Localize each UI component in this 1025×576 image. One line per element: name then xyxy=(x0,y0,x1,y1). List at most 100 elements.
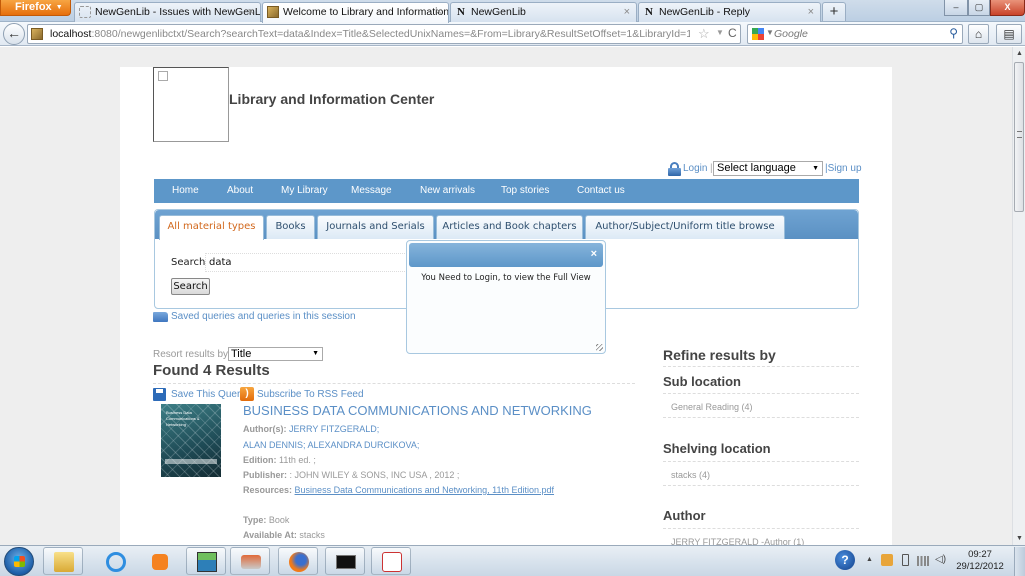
save-query-link[interactable]: Save This Query xyxy=(171,389,245,400)
new-tab-button[interactable]: + xyxy=(822,2,846,21)
taskbar-hp[interactable] xyxy=(186,547,226,575)
search-placeholder[interactable]: Google xyxy=(774,28,808,40)
result-resources: Resources: Business Data Communications … xyxy=(243,485,554,495)
url-text[interactable]: localhost:8080/newgenlibctxt/Search?sear… xyxy=(50,28,690,40)
home-button[interactable]: ⌂ xyxy=(968,24,989,44)
divider xyxy=(663,417,859,418)
result-authors-more: ALAN DENNIS; ALEXANDRA DURCIKOVA; xyxy=(243,440,419,450)
resort-select[interactable]: Title ▼ xyxy=(228,347,323,361)
field-label: Edition: xyxy=(243,455,277,465)
help-icon[interactable]: ? xyxy=(835,550,855,570)
language-select[interactable]: Select language ▼ xyxy=(713,161,823,176)
site-title: Library and Information Center xyxy=(229,91,435,107)
magnifier-icon[interactable]: ⚲ xyxy=(949,26,958,40)
saved-queries-link[interactable]: Saved queries and queries in this sessio… xyxy=(171,311,356,322)
close-tab-icon[interactable]: × xyxy=(248,3,254,21)
show-desktop-button[interactable] xyxy=(1014,547,1025,576)
facet-item[interactable]: JERRY FITZGERALD -Author (1) xyxy=(671,537,804,545)
browser-tab[interactable]: N NewGenLib × xyxy=(450,2,637,22)
google-icon[interactable] xyxy=(752,28,764,40)
minimize-button[interactable]: – xyxy=(944,0,968,16)
vertical-scrollbar[interactable]: ▲ ▼ xyxy=(1012,47,1025,545)
taskbar-command-prompt[interactable] xyxy=(325,547,365,575)
facet-item[interactable]: General Reading (4) xyxy=(671,402,753,412)
close-tab-icon[interactable]: × xyxy=(808,3,814,21)
login-link[interactable]: Login xyxy=(683,163,707,174)
folder-icon xyxy=(54,552,74,572)
network-error-icon[interactable] xyxy=(881,554,893,566)
nav-contact-us[interactable]: Contact us xyxy=(577,185,625,196)
close-tab-icon[interactable]: × xyxy=(436,3,442,21)
result-edition: Edition: 11th ed. ; xyxy=(243,455,316,465)
show-hidden-icons-arrow[interactable]: ▲ xyxy=(866,556,873,563)
result-authors: Author(s): JERRY FITZGERALD; xyxy=(243,424,379,434)
bookmark-star-icon[interactable]: ☆ xyxy=(698,26,710,42)
nav-message[interactable]: Message xyxy=(351,185,392,196)
taskbar-java[interactable] xyxy=(371,547,411,575)
result-title-link[interactable]: BUSINESS DATA COMMUNICATIONS AND NETWORK… xyxy=(243,403,592,418)
firefox-menu-button[interactable]: Firefox ▼ xyxy=(0,0,71,16)
scrollbar-thumb[interactable] xyxy=(1014,62,1024,212)
browser-tab[interactable]: NewGenLib - Issues with NewGenLib ... × xyxy=(74,2,261,22)
field-label: Author(s): xyxy=(243,424,287,434)
tab-author-subject-browse[interactable]: Author/Subject/Uniform title browse xyxy=(585,215,785,239)
author-link[interactable]: ALAN DENNIS; ALEXANDRA DURCIKOVA; xyxy=(243,440,419,450)
nav-new-arrivals[interactable]: New arrivals xyxy=(420,185,475,196)
url-bar[interactable]: localhost:8080/newgenlibctxt/Search?sear… xyxy=(27,24,741,44)
site-identity-icon[interactable] xyxy=(31,28,43,40)
close-window-button[interactable]: X xyxy=(990,0,1025,16)
close-tab-icon[interactable]: × xyxy=(624,3,630,21)
volume-icon[interactable]: ◁) xyxy=(935,554,946,565)
book-cover-image[interactable]: Business Data Communications & Networkin… xyxy=(161,404,221,477)
nav-my-library[interactable]: My Library xyxy=(281,185,328,196)
taskbar-remote-desktop[interactable] xyxy=(230,547,270,575)
facet-item[interactable]: stacks (4) xyxy=(671,470,710,480)
close-icon[interactable]: × xyxy=(591,248,597,260)
battery-icon[interactable] xyxy=(902,554,909,566)
signal-icon[interactable] xyxy=(917,556,929,566)
taskbar-media-player[interactable] xyxy=(139,547,179,575)
reload-icon[interactable]: C xyxy=(728,26,737,40)
rss-icon[interactable]: ) xyxy=(240,387,254,401)
taskbar-explorer[interactable] xyxy=(43,547,83,575)
bookmarks-button[interactable]: ▤ xyxy=(996,24,1022,44)
firefox-menu-label: Firefox xyxy=(15,1,52,13)
nav-home[interactable]: Home xyxy=(172,185,199,196)
history-dropdown-icon[interactable]: ▼ xyxy=(716,28,724,37)
resort-select-value: Title xyxy=(231,348,252,360)
start-button[interactable] xyxy=(4,547,34,576)
resource-pdf-link[interactable]: Business Data Communications and Network… xyxy=(295,485,554,495)
rss-feed-link[interactable]: Subscribe To RSS Feed xyxy=(257,389,364,400)
tab-title: NewGenLib xyxy=(471,6,526,18)
refine-heading: Refine results by xyxy=(663,347,776,363)
resize-grip-icon[interactable] xyxy=(596,344,603,351)
tab-all-material-types[interactable]: All material types xyxy=(159,215,264,240)
divider xyxy=(663,393,859,394)
taskbar-firefox[interactable] xyxy=(278,547,318,575)
signup-link[interactable]: |Sign up xyxy=(825,163,862,174)
tab-books[interactable]: Books xyxy=(266,215,315,239)
search-engine-bar[interactable]: ▼ Google ⚲ xyxy=(747,24,963,44)
field-label: Publisher: xyxy=(243,470,288,480)
author-link[interactable]: JERRY FITZGERALD; xyxy=(289,424,379,434)
nav-about[interactable]: About xyxy=(227,185,253,196)
nav-top-stories[interactable]: Top stories xyxy=(501,185,549,196)
browser-tab[interactable]: N NewGenLib - Reply × xyxy=(638,2,821,22)
scroll-down-arrow-icon[interactable]: ▼ xyxy=(1016,535,1023,542)
java-icon xyxy=(382,552,402,572)
tab-articles-book-chapters[interactable]: Articles and Book chapters xyxy=(436,215,583,239)
search-button[interactable]: Search xyxy=(171,278,210,295)
bookmarks-icon: ▤ xyxy=(1003,27,1015,41)
windows-taskbar: ? ▲ ◁) 09:27 29/12/2012 xyxy=(0,545,1025,576)
maximize-button[interactable]: ▢ xyxy=(968,0,990,16)
engine-dropdown-icon[interactable]: ▼ xyxy=(766,28,774,37)
scroll-up-arrow-icon[interactable]: ▲ xyxy=(1016,50,1023,57)
save-icon[interactable] xyxy=(153,388,166,401)
system-clock[interactable]: 09:27 29/12/2012 xyxy=(955,549,1005,573)
tab-journals-serials[interactable]: Journals and Serials xyxy=(317,215,434,239)
browser-tab-active[interactable]: Welcome to Library and Information ... × xyxy=(262,2,449,23)
result-publisher: Publisher: : JOHN WILEY & SONS, INC USA … xyxy=(243,470,459,480)
back-button[interactable]: ← xyxy=(3,23,25,45)
dialog-titlebar[interactable]: × xyxy=(409,243,603,267)
taskbar-internet-explorer[interactable] xyxy=(95,547,135,575)
